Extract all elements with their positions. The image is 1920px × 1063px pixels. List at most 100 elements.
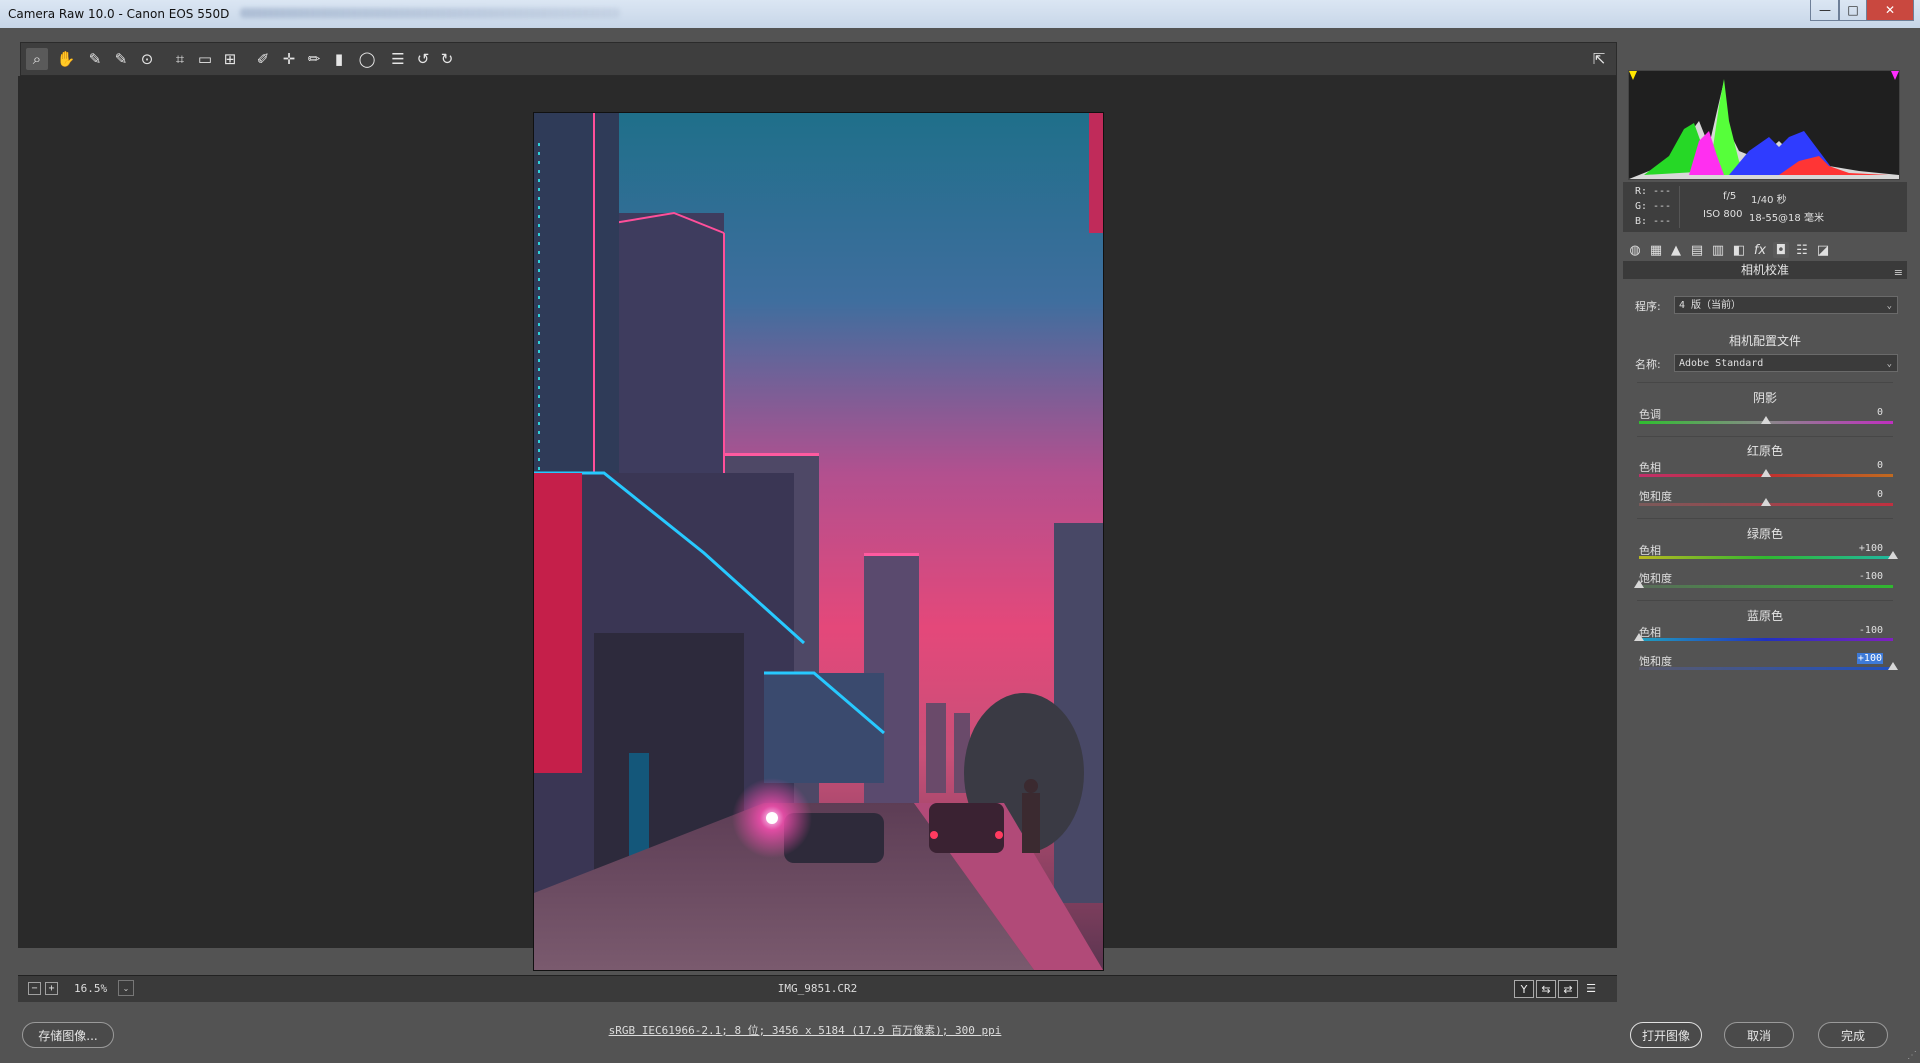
white-balance-tool[interactable]: ✎ (84, 48, 106, 70)
adjustment-brush-tool[interactable]: ✏ (303, 48, 325, 70)
red-hue-label: 色相 (1639, 461, 1661, 474)
green-hue-value[interactable]: +100 (1859, 543, 1883, 554)
cancel-label: 取消 (1746, 1028, 1771, 1043)
spot-removal-tool[interactable]: ✐ (252, 48, 274, 70)
divider (1637, 382, 1893, 383)
shadows-section-title: 阴影 (1752, 391, 1777, 405)
radial-filter-tool[interactable]: ◯ (356, 48, 378, 70)
process-select[interactable]: 4 版（当前） ⌄ (1674, 296, 1898, 314)
red-hue-slider[interactable] (1639, 469, 1893, 477)
rotate-right-tool[interactable]: ↻ (436, 48, 458, 70)
split-toning-icon: ▥ (1711, 242, 1725, 258)
open-image-button[interactable]: 打开图像 (1630, 1022, 1702, 1048)
shutter-speed: 1/40 秒 (1751, 195, 1787, 206)
red-eye-tool[interactable]: ✛ (278, 48, 300, 70)
hand-tool[interactable]: ✋ (55, 48, 77, 70)
tab-camera-calibration[interactable]: ◘ (1773, 242, 1789, 258)
copy-settings-button[interactable]: ⇄ (1558, 980, 1578, 998)
targeted-adjustment-tool[interactable]: ⊙ (136, 48, 158, 70)
fullscreen-icon: ⇱ (1592, 49, 1606, 68)
tab-effects[interactable]: fx (1752, 242, 1768, 258)
crop-tool[interactable]: ⌗ (169, 48, 191, 70)
slider-thumb[interactable] (1634, 580, 1644, 588)
cancel-button[interactable]: 取消 (1724, 1022, 1794, 1048)
hsl-icon: ▤ (1690, 242, 1704, 258)
y-icon: Y (1520, 982, 1528, 996)
before-after-toggle[interactable]: Y (1514, 980, 1534, 998)
shadows-tint-label: 色调 (1639, 408, 1661, 421)
transform-tool[interactable]: ⊞ (219, 48, 241, 70)
profile-select[interactable]: Adobe Standard ⌄ (1674, 354, 1898, 372)
eyedropper-icon: ✎ (88, 49, 102, 68)
histogram-graph (1629, 71, 1899, 179)
tab-snapshots[interactable]: ◪ (1815, 242, 1831, 258)
minimize-icon: — (1819, 3, 1831, 17)
fx-icon: fx (1753, 242, 1767, 258)
slider-thumb[interactable] (1761, 469, 1771, 477)
grid-icon: ▦ (1649, 242, 1663, 258)
rotate-left-tool[interactable]: ↺ (412, 48, 434, 70)
titlebar-blur (240, 8, 620, 18)
straighten-tool[interactable]: ▭ (194, 48, 216, 70)
tab-tone-curve[interactable]: ▦ (1648, 242, 1664, 258)
red-primary-section-title: 红原色 (1746, 444, 1783, 458)
zoom-tool[interactable]: ⌕ (26, 48, 48, 70)
open-image-label: 打开图像 (1641, 1028, 1690, 1043)
panel-menu-icon[interactable]: ≡ (1894, 264, 1903, 282)
resize-grip-icon[interactable]: ⋰ (1907, 1050, 1917, 1061)
green-saturation-value[interactable]: -100 (1859, 571, 1883, 582)
crop-icon: ⌗ (175, 49, 185, 68)
blue-hue-value[interactable]: -100 (1859, 625, 1883, 636)
slider-thumb[interactable] (1634, 633, 1644, 641)
r-value: --- (1653, 186, 1672, 197)
red-saturation-value[interactable]: 0 (1877, 489, 1883, 500)
tab-split-toning[interactable]: ▥ (1710, 242, 1726, 258)
red-saturation-slider[interactable] (1639, 498, 1893, 506)
panel-header: 相机校准 ≡ (1623, 261, 1907, 279)
copy-icon: ⇄ (1563, 982, 1573, 996)
tab-presets[interactable]: ☷ (1794, 242, 1810, 258)
swap-icon: ⇆ (1541, 982, 1551, 996)
swap-settings-button[interactable]: ⇆ (1536, 980, 1556, 998)
divider (1637, 436, 1893, 437)
done-button[interactable]: 完成 (1818, 1022, 1888, 1048)
slider-thumb[interactable] (1761, 416, 1771, 424)
preview-preferences-button[interactable]: ☰ (1582, 980, 1600, 996)
straighten-icon: ▭ (197, 49, 213, 68)
color-sampler-icon: ✎ (114, 49, 128, 68)
tab-hsl[interactable]: ▤ (1689, 242, 1705, 258)
tab-basic[interactable]: ◍ (1627, 242, 1643, 258)
zoom-icon: ⌕ (32, 49, 42, 68)
preview-status-bar: − + 16.5% ⌄ IMG_9851.CR2 Y ⇆ ⇄ ☰ (18, 975, 1617, 1002)
presets-icon: ☷ (1796, 242, 1808, 258)
red-hue-value[interactable]: 0 (1877, 460, 1883, 471)
blue-saturation-slider[interactable] (1639, 662, 1898, 670)
slider-thumb[interactable] (1888, 662, 1898, 670)
close-button[interactable]: ✕ (1866, 0, 1914, 21)
preferences-tool[interactable]: ☰ (387, 48, 409, 70)
snapshots-icon: ◪ (1816, 242, 1830, 258)
camera-raw-dialog: ⌕ ✋ ✎ ✎ ⊙ ⌗ ▭ ⊞ ✐ ✛ ✏ ▮ ◯ ☰ ↺ ↻ ⇱ − + 16… (0, 28, 1920, 1063)
blue-saturation-value[interactable]: +100 (1856, 653, 1883, 664)
fullscreen-toggle[interactable]: ⇱ (1588, 48, 1610, 70)
shadows-tint-value[interactable]: 0 (1877, 407, 1883, 418)
close-icon: ✕ (1884, 3, 1896, 17)
color-sampler-tool[interactable]: ✎ (110, 48, 132, 70)
green-hue-slider[interactable] (1639, 551, 1898, 559)
tab-detail[interactable]: ▲ (1668, 242, 1684, 258)
minimize-button[interactable]: — (1810, 0, 1840, 21)
maximize-button[interactable]: □ (1838, 0, 1868, 21)
r-label: R: (1635, 186, 1648, 197)
graduated-filter-tool[interactable]: ▮ (328, 48, 350, 70)
shadows-tint-slider[interactable] (1639, 416, 1893, 424)
image-preview[interactable] (533, 112, 1104, 971)
spot-removal-icon: ✐ (256, 49, 270, 68)
tab-lens[interactable]: ◧ (1731, 242, 1747, 258)
green-saturation-slider[interactable] (1634, 580, 1893, 588)
histogram (1628, 70, 1900, 180)
process-label: 程序: (1635, 300, 1661, 313)
blue-hue-slider[interactable] (1634, 633, 1893, 641)
workflow-options-link[interactable]: sRGB IEC61966-2.1; 8 位; 3456 x 5184 (17.… (0, 1022, 1610, 1038)
slider-thumb[interactable] (1761, 498, 1771, 506)
slider-thumb[interactable] (1888, 551, 1898, 559)
